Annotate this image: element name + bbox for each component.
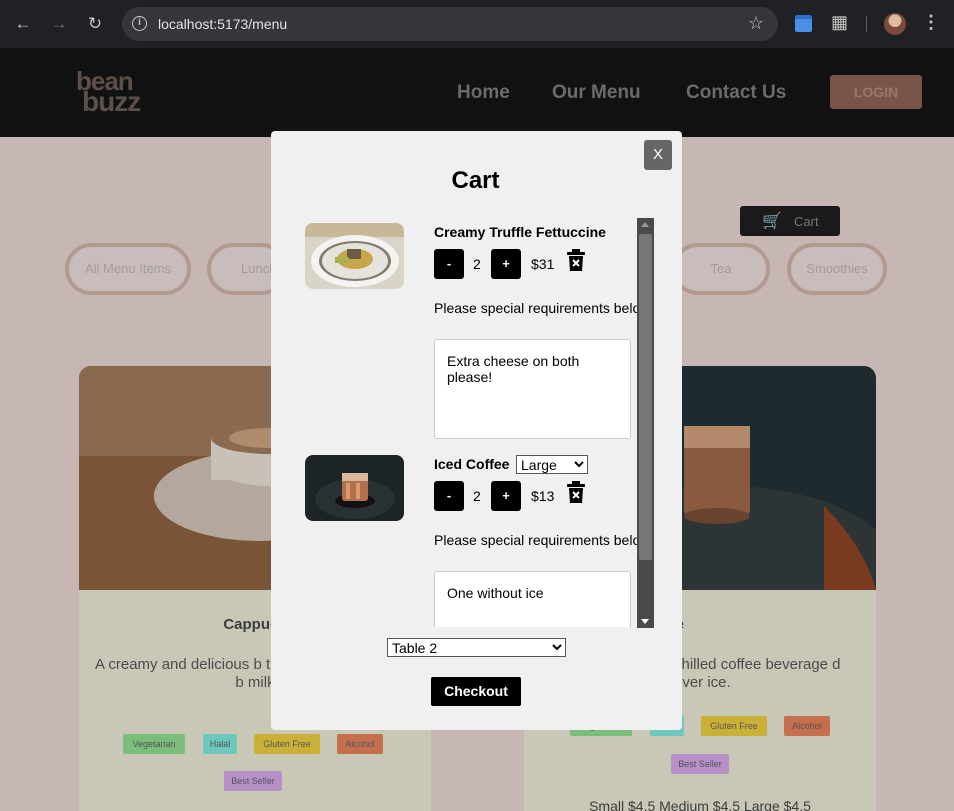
site-logo[interactable]: bean buzz (44, 60, 141, 120)
toolbar-separator (866, 16, 867, 32)
address-bar[interactable]: i localhost:5173/menu ☆ (122, 7, 778, 41)
category-smoothies[interactable]: Smoothies (787, 243, 887, 295)
requirements-textarea[interactable]: One without ice (434, 571, 631, 627)
item-quantity: 2 (473, 256, 481, 272)
iced-coffee-photo (305, 455, 404, 521)
decrease-quantity-button[interactable]: - (434, 481, 464, 511)
increase-quantity-button[interactable]: + (491, 249, 521, 279)
tag-gluten-free: Gluten Free (701, 716, 767, 736)
category-all-menu-items[interactable]: All Menu Items (65, 243, 191, 295)
table-select[interactable]: Table 2 (387, 638, 566, 657)
browser-toolbar: ← → ↻ i localhost:5173/menu ☆ ▦ ⋮ (0, 0, 954, 48)
decrease-quantity-button[interactable]: - (434, 249, 464, 279)
site-info-icon[interactable]: i (132, 16, 147, 31)
scrollbar-thumb[interactable] (639, 234, 652, 560)
nav-home-link[interactable]: Home (457, 82, 510, 104)
tag-best-seller: Best Seller (671, 754, 729, 774)
back-arrow-icon[interactable]: ← (11, 12, 35, 36)
fettuccine-photo (305, 223, 404, 289)
checkout-button[interactable]: Checkout (431, 677, 521, 706)
login-button[interactable]: LOGIN (830, 75, 922, 109)
tag-vegetarian: Vegetarian (123, 734, 185, 754)
scroll-down-arrow-icon[interactable] (641, 619, 649, 624)
browser-menu-icon[interactable]: ⋮ (922, 12, 940, 33)
item-price: $13 (531, 488, 555, 504)
profile-avatar[interactable] (884, 13, 906, 35)
cart-modal: X Cart Creamy Truffle Fettuccine - 2 + $… (271, 131, 682, 730)
trash-icon[interactable] (566, 249, 586, 271)
cart-title: Cart (451, 167, 500, 194)
item-quantity: 2 (473, 488, 481, 504)
forward-arrow-icon[interactable]: → (47, 12, 71, 36)
increase-quantity-button[interactable]: + (491, 481, 521, 511)
requirements-label: Please special requirements below (434, 300, 651, 316)
card-description: chilled coffee beverage d over ice. (674, 656, 841, 691)
calendar-extension-icon[interactable] (795, 15, 812, 32)
item-name: Creamy Truffle Fettuccine (434, 224, 606, 240)
card-price-list: Small $4.5 Medium $4.5 Large $4.5 (589, 798, 811, 811)
nav-our-menu-link[interactable]: Our Menu (552, 82, 641, 104)
close-cart-button[interactable]: X (644, 140, 672, 170)
scroll-up-arrow-icon[interactable] (641, 222, 649, 227)
item-price: $31 (531, 256, 555, 272)
bookmark-star-icon[interactable]: ☆ (748, 13, 764, 34)
cart-button[interactable]: 🛒 Cart (740, 206, 840, 236)
requirements-label: Please special requirements below (434, 532, 651, 548)
nav-contact-us-link[interactable]: Contact Us (686, 82, 786, 104)
requirements-textarea[interactable]: Extra cheese on both please! (434, 339, 631, 439)
reload-icon[interactable]: ↻ (83, 12, 107, 36)
trash-icon[interactable] (566, 481, 586, 503)
tag-alcohol: Alcohol (784, 716, 830, 736)
item-name: Iced Coffee (434, 456, 510, 472)
category-tea[interactable]: Tea (672, 243, 770, 295)
size-select[interactable]: Large (516, 455, 588, 474)
tag-best-seller: Best Seller (224, 771, 282, 791)
cart-scrollbar[interactable] (637, 218, 654, 628)
tag-gluten-free: Gluten Free (254, 734, 320, 754)
tag-halal: Halal (203, 734, 237, 754)
extensions-puzzle-icon[interactable]: ▦ (831, 12, 848, 33)
tag-alcohol: Alcohol (337, 734, 383, 754)
url-text[interactable]: localhost:5173/menu (158, 16, 287, 32)
shopping-cart-icon: 🛒 (762, 213, 782, 230)
cart-items-list[interactable]: Creamy Truffle Fettuccine - 2 + $31 Plea… (305, 219, 654, 627)
